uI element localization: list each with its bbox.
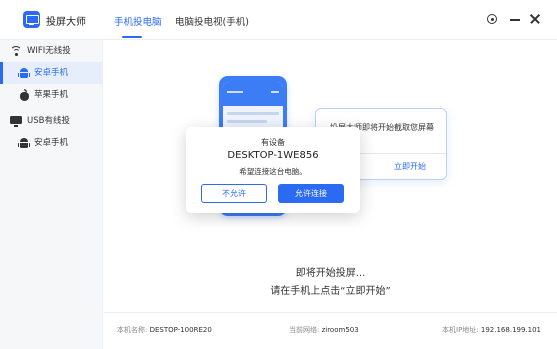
usb-monitor-icon bbox=[10, 115, 22, 127]
instruction-text: 请在手机上点击“立即开始” bbox=[270, 286, 391, 297]
sidebar-group-label: USB有线投 bbox=[27, 116, 70, 126]
apple-icon bbox=[18, 89, 30, 101]
wifi-icon bbox=[10, 45, 22, 57]
status-bar: 本机名称: DESTOP-100RE20 当前网络: ziroom503 本机I… bbox=[104, 312, 557, 349]
deny-button[interactable]: 不允许 bbox=[201, 184, 267, 203]
app-window: 投屏大师 手机投电脑 电脑投电视(手机) WIFI无线投 安卓手机 苹果手机 U… bbox=[0, 0, 557, 349]
machine-name-info: 本机名称: DESTOP-100RE20 bbox=[117, 326, 212, 334]
sidebar-group-wifi[interactable]: WIFI无线投 bbox=[0, 40, 103, 62]
network-info: 当前网络: ziroom503 bbox=[289, 326, 359, 334]
sidebar-item-label: 安卓手机 bbox=[34, 68, 69, 78]
dialog-message: 希望连接这台电脑。 bbox=[239, 167, 307, 176]
sidebar-item-label: 安卓手机 bbox=[34, 138, 69, 148]
ip-value: 192.168.199.101 bbox=[480, 326, 542, 334]
sidebar-item-label: 苹果手机 bbox=[34, 90, 69, 100]
start-now-button[interactable]: 立即开始 bbox=[394, 161, 426, 172]
dialog-title: 有设备 bbox=[261, 138, 285, 147]
ip-info: 本机IP地址: 192.168.199.101 bbox=[442, 326, 542, 334]
allow-connection-button[interactable]: 允许连接 bbox=[278, 184, 344, 203]
title-bar: 投屏大师 手机投电脑 电脑投电视(手机) bbox=[0, 0, 557, 40]
active-tab-indicator bbox=[122, 36, 142, 38]
status-text: 即将开始投屏... bbox=[295, 268, 366, 279]
app-title: 投屏大师 bbox=[46, 17, 86, 28]
tab-phone-to-pc[interactable]: 手机投电脑 bbox=[114, 14, 162, 28]
sidebar-group-usb[interactable]: USB有线投 bbox=[0, 110, 103, 132]
sidebar-item-usb-android[interactable]: 安卓手机 bbox=[0, 132, 103, 154]
connection-request-dialog: 有设备 DESKTOP-1WE856 希望连接这台电脑。 不允许 允许连接 bbox=[186, 127, 360, 213]
settings-icon[interactable] bbox=[485, 12, 499, 26]
device-name: DESKTOP-1WE856 bbox=[227, 150, 319, 161]
app-logo-icon bbox=[23, 11, 40, 28]
android-icon bbox=[18, 67, 30, 79]
sidebar-item-wifi-apple[interactable]: 苹果手机 bbox=[0, 84, 103, 106]
machine-name-value: DESTOP-100RE20 bbox=[149, 326, 212, 334]
android-icon bbox=[18, 137, 30, 149]
close-icon[interactable] bbox=[528, 12, 542, 26]
network-value: ziroom503 bbox=[321, 326, 359, 334]
sidebar-item-wifi-android[interactable]: 安卓手机 bbox=[0, 62, 103, 84]
sidebar: WIFI无线投 安卓手机 苹果手机 USB有线投 安卓手机 bbox=[0, 40, 103, 349]
tab-pc-to-tv[interactable]: 电脑投电视(手机) bbox=[175, 14, 249, 28]
minimize-icon[interactable] bbox=[508, 12, 522, 26]
sidebar-group-label: WIFI无线投 bbox=[27, 46, 71, 56]
